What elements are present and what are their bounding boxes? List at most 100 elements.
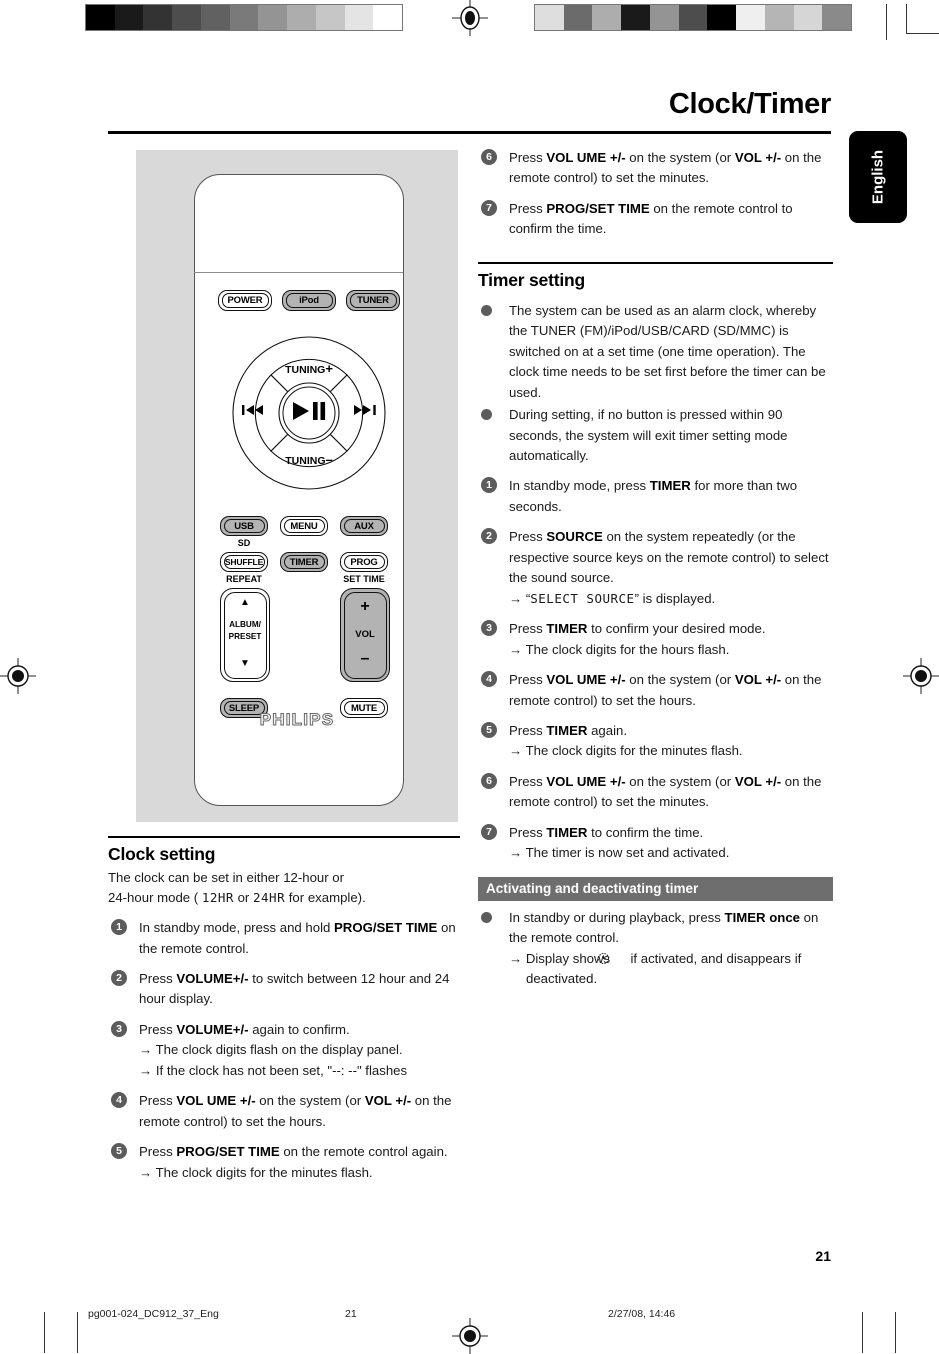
step-sub-1: → The clock digits for the minutes flash…: [509, 743, 743, 759]
remote-label-set-time: SET TIME: [343, 574, 385, 584]
philips-logo: PHILIPS: [259, 710, 335, 730]
step-text-b: to confirm the time.: [587, 824, 704, 840]
step-bold-a: TIMER: [546, 722, 588, 738]
step-bold-a: PROG/SET TIME: [546, 200, 650, 216]
remote-navigation-wheel[interactable]: TUNING+ TUNING–: [231, 335, 387, 491]
remote-button-timer[interactable]: TIMER: [280, 552, 328, 572]
step-text-b: again.: [587, 722, 628, 738]
activating-text-a: In standby or during playback, press: [509, 909, 725, 925]
step-text-b: to confirm your desired mode.: [587, 621, 766, 637]
remote-button-menu[interactable]: MENU: [280, 516, 328, 536]
footer-date: 2/27/08, 14:46: [608, 1308, 676, 1320]
step-text-b: on the remote control again.: [279, 1144, 448, 1160]
step-bold-a: VOL UME +/-: [546, 773, 626, 789]
clock-step-4: 4 Press VOL UME +/- on the system (or VO…: [108, 1091, 460, 1132]
remote-button-prog[interactable]: PROG: [340, 552, 388, 572]
step-text-a: Press: [139, 1021, 177, 1037]
clock-setting-heading: Clock setting: [108, 844, 216, 864]
step-bold-a: VOLUME+/-: [176, 1021, 249, 1037]
remote-button-tuner[interactable]: TUNER: [346, 290, 400, 311]
clock-setting-section: Clock setting The clock can be set in ei…: [108, 836, 460, 1183]
right-column: 6 Press VOL UME +/- on the system (or VO…: [478, 148, 833, 990]
manual-page: Clock/Timer English POWER iPod TUNER TUN…: [0, 0, 939, 1353]
wheel-tuning-up-text: TUNING: [285, 364, 326, 376]
clock-step-2: 2 Press VOLUME+/- to switch between 12 h…: [108, 969, 460, 1010]
page-number: 21: [815, 1248, 831, 1264]
timer-step-2-sub: → “SELECT SOURCE” is displayed.: [509, 589, 833, 609]
remote-button-shuffle[interactable]: SHUFFLE: [220, 552, 268, 572]
remote-button-usb-label: USB: [234, 520, 254, 532]
step-bold-a: VOL UME +/-: [176, 1093, 256, 1109]
step-number: 7: [481, 199, 497, 216]
step-number: 6: [481, 772, 497, 789]
step-text-a: Press: [509, 722, 547, 738]
timer-bullet-2-text: During setting, if no button is pressed …: [509, 407, 788, 463]
clock-intro-line-2b: for example).: [285, 890, 366, 906]
previous-track-icon[interactable]: [241, 403, 265, 422]
step-text-a: Press: [139, 971, 177, 987]
sub-suffix: ” is displayed.: [634, 590, 716, 606]
step-text-a: Press: [509, 824, 547, 840]
remote-button-prog-label: PROG: [350, 556, 378, 568]
step-text-b: on the system (or: [625, 773, 735, 789]
timer-setting-divider: [478, 261, 833, 264]
bullet-dot: [481, 911, 492, 923]
step-text-a: Press: [509, 150, 547, 165]
footer-page: 21: [345, 1308, 357, 1320]
volume-minus-label[interactable]: –: [341, 651, 389, 667]
footer-filename: pg001-024_DC912_37_Eng: [88, 1308, 219, 1320]
step-sub-1: → The clock digits for the minutes flash…: [139, 1164, 373, 1180]
timer-step-2: 2 Press SOURCE on the system repeatedly …: [478, 527, 833, 609]
play-pause-icon[interactable]: [289, 399, 329, 428]
activating-bold-a: TIMER once: [724, 909, 800, 925]
clock-step-5: 5 Press PROG/SET TIME on the remote cont…: [108, 1142, 460, 1183]
remote-label-repeat: REPEAT: [226, 574, 262, 584]
remote-button-aux[interactable]: AUX: [340, 516, 388, 536]
step-bold-b: VOL +/-: [364, 1093, 412, 1109]
step-number: 2: [481, 528, 497, 545]
step-sub-2: → If the clock has not been set, "--: --…: [139, 1062, 408, 1078]
timer-step-7: 7 Press TIMER to confirm the time. → The…: [478, 823, 833, 864]
remote-button-timer-label: TIMER: [289, 556, 319, 568]
remote-button-power[interactable]: POWER: [218, 290, 272, 311]
timer-bullet-2: During setting, if no button is pressed …: [478, 405, 833, 466]
clock-step-3: 3 Press VOLUME+/- again to confirm. → Th…: [108, 1020, 460, 1081]
remote-album-preset-pad[interactable]: ▲ ALBUM/ PRESET ▼: [220, 588, 270, 682]
step-text-b: on the system (or: [255, 1093, 365, 1109]
album-preset-down-arrow[interactable]: ▼: [221, 659, 269, 669]
timer-bullet-1: The system can be used as an alarm clock…: [478, 301, 833, 403]
title-divider: [108, 131, 831, 134]
wheel-tuning-down-label: TUNING–: [231, 452, 387, 467]
step-text-a: In standby mode, press: [509, 478, 650, 494]
step-text-b: on the system (or: [625, 150, 735, 165]
step-number: 4: [111, 1092, 127, 1109]
remote-button-usb[interactable]: USB: [220, 516, 268, 536]
timer-step-5: 5 Press TIMER again. → The clock digits …: [478, 721, 833, 762]
album-preset-up-arrow[interactable]: ▲: [221, 598, 269, 608]
volume-plus-label[interactable]: +: [341, 599, 389, 615]
remote-volume-pad[interactable]: + VOL –: [340, 588, 390, 682]
clock-setting-intro: The clock can be set in either 12-hour o…: [108, 868, 460, 908]
clock-icon: [597, 951, 627, 964]
step-text-b: again to confirm.: [248, 1021, 350, 1037]
step-text-a: Press: [509, 621, 547, 637]
wheel-tuning-down-sign: –: [325, 452, 333, 467]
clock-step-1: 1 In standby mode, press and hold PROG/S…: [108, 918, 460, 959]
step-text-a: Press: [139, 1144, 177, 1160]
step-number: 1: [111, 919, 127, 936]
language-tab-label: English: [869, 149, 887, 205]
next-track-icon[interactable]: [353, 403, 377, 422]
timer-bullet-1-text: The system can be used as an alarm clock…: [509, 302, 826, 400]
bullet-dot: [481, 304, 492, 316]
step-text-a: Press: [509, 773, 547, 789]
step-text-b: on the system (or: [625, 672, 735, 688]
clock-intro-line-2a: 24-hour mode (: [108, 890, 202, 906]
clock-setting-divider: [108, 836, 460, 838]
remote-button-ipod[interactable]: iPod: [282, 290, 336, 311]
step-sub-1: → The clock digits for the hours flash.: [509, 641, 730, 657]
timer-step-4: 4 Press VOL UME +/- on the system (or VO…: [478, 670, 833, 711]
page-title: Clock/Timer: [668, 88, 831, 120]
remote-button-aux-label: AUX: [354, 520, 374, 532]
timer-step-3: 3 Press TIMER to confirm your desired mo…: [478, 619, 833, 660]
step-text-a: Press: [509, 529, 547, 545]
